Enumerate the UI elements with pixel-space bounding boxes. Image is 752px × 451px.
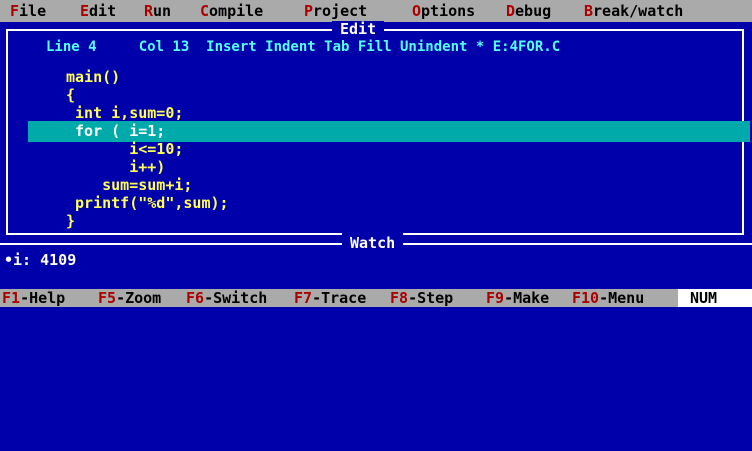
- menu-compile[interactable]: Compile: [200, 0, 263, 22]
- key-f10-menu[interactable]: F10-Menu: [572, 289, 644, 307]
- watch-entry[interactable]: •i: 4109: [4, 251, 76, 269]
- code-line-8[interactable]: printf("%d",sum);: [66, 194, 229, 212]
- code-line-5[interactable]: i<=10;: [66, 140, 183, 158]
- menu-file[interactable]: File: [10, 0, 46, 22]
- menu-debug[interactable]: Debug: [506, 0, 551, 22]
- watch-window-title: Watch: [342, 233, 404, 253]
- num-lock-indicator: NUM: [678, 289, 752, 307]
- menu-break-watch[interactable]: Break/watch: [584, 0, 683, 22]
- code-line-4-current[interactable]: for ( i=1;: [66, 122, 165, 140]
- key-f1-help[interactable]: F1-Help: [2, 289, 65, 307]
- key-f5-zoom[interactable]: F5-Zoom: [98, 289, 161, 307]
- function-key-bar: F1-Help F5-Zoom F6-Switch F7-Trace F8-St…: [0, 289, 752, 307]
- menu-bar: File Edit Run Compile Project Options De…: [0, 0, 752, 22]
- code-line-3[interactable]: int i,sum=0;: [66, 104, 183, 122]
- code-line-1[interactable]: main(): [66, 68, 120, 86]
- key-f7-trace[interactable]: F7-Trace: [294, 289, 366, 307]
- menu-run[interactable]: Run: [144, 0, 171, 22]
- menu-project[interactable]: Project: [304, 0, 367, 22]
- key-f9-make[interactable]: F9-Make: [486, 289, 549, 307]
- code-line-9[interactable]: }: [66, 212, 75, 230]
- edit-window-title: Edit: [332, 21, 385, 37]
- editor-status-line: Line 4 Col 13 Insert Indent Tab Fill Uni…: [46, 39, 561, 55]
- code-line-7[interactable]: sum=sum+i;: [66, 176, 192, 194]
- code-line-2[interactable]: {: [66, 86, 75, 104]
- key-f8-step[interactable]: F8-Step: [390, 289, 453, 307]
- menu-edit[interactable]: Edit: [80, 0, 116, 22]
- key-f6-switch[interactable]: F6-Switch: [186, 289, 267, 307]
- code-line-6[interactable]: i++): [66, 158, 165, 176]
- menu-options[interactable]: Options: [412, 0, 475, 22]
